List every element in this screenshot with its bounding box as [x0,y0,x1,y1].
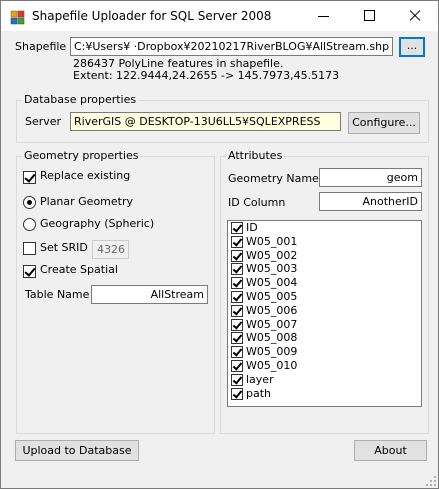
attribute-list-item[interactable]: W05_005 [228,290,421,304]
attribute-label: W05_003 [246,262,298,276]
shapefile-path-field[interactable]: C:¥Users¥ ·Dropbox¥20210217RiverBLOG¥All… [70,37,393,56]
attribute-checkbox[interactable] [231,290,243,303]
attribute-list-item[interactable]: W05_008 [228,331,421,345]
attribute-checkbox[interactable] [231,387,243,400]
attribute-label: layer [246,372,274,386]
resize-grip[interactable] [426,476,436,486]
attribute-label: path [246,386,272,400]
geometry-name-label: Geometry Name [228,172,319,185]
create-spatial-checkbox[interactable] [23,265,36,278]
app-icon [10,10,25,25]
attribute-label: W05_002 [246,248,298,262]
database-properties-title: Database properties [22,93,139,106]
attribute-label: W05_001 [246,234,298,248]
planar-geometry-radio[interactable] [23,196,36,209]
attribute-list-item[interactable]: W05_009 [228,345,421,359]
attribute-label: W05_005 [246,289,298,303]
geography-spheric-radio[interactable] [23,218,36,231]
id-column-field[interactable]: AnotherID [319,192,422,211]
minimize-button[interactable] [301,1,347,31]
maximize-button[interactable] [347,1,393,31]
server-field[interactable]: RiverGIS @ DESKTOP-13U6LL5¥SQLEXPRESS [70,112,341,131]
attributes-title: Attributes [226,149,285,162]
set-srid-checkbox[interactable] [23,242,36,255]
attribute-list-item[interactable]: W05_004 [228,276,421,290]
upload-to-database-button[interactable]: Upload to Database [15,440,139,461]
attribute-list-item[interactable]: W05_007 [228,318,421,332]
attribute-label: W05_009 [246,345,298,359]
configure-button[interactable]: Configure... [348,112,420,134]
srid-field[interactable]: 4326 [92,240,129,259]
attribute-checkbox[interactable] [231,277,243,290]
attribute-checkbox[interactable] [231,318,243,331]
app-window: Shapefile Uploader for SQL Server 2008 S… [0,0,439,489]
id-column-label: ID Column [228,196,286,209]
create-spatial-label: Create Spatial [40,263,118,276]
attribute-checkbox[interactable] [231,249,243,262]
attribute-checkbox[interactable] [231,222,243,234]
attribute-checkbox[interactable] [231,373,243,386]
attribute-list-item[interactable]: layer [228,373,421,387]
close-button[interactable] [392,1,438,31]
geometry-name-field[interactable]: geom [319,168,422,187]
about-button[interactable]: About [354,440,427,461]
attribute-checkbox[interactable] [231,235,243,248]
attribute-checkbox[interactable] [231,359,243,372]
browse-button[interactable]: ... [399,37,425,57]
attribute-label: ID [246,221,258,234]
attribute-list-item[interactable]: W05_006 [228,304,421,318]
attribute-checkbox[interactable] [231,346,243,359]
title-bar[interactable]: Shapefile Uploader for SQL Server 2008 [1,1,438,31]
server-label: Server [25,115,62,128]
attribute-checkbox[interactable] [231,263,243,276]
geography-spheric-label: Geography (Spheric) [40,217,155,230]
attributes-checklist[interactable]: ID W05_001 W05_002 W05_003 W05_004 W05_005 W05… [227,220,422,407]
attribute-list-item[interactable]: path [228,387,421,401]
replace-existing-checkbox[interactable] [23,171,36,184]
attribute-label: W05_006 [246,303,298,317]
attribute-label: W05_007 [246,317,298,331]
attribute-checkbox[interactable] [231,332,243,345]
table-name-field[interactable]: AllStream [91,285,208,304]
attribute-list-item[interactable]: W05_010 [228,359,421,373]
shapefile-label: Shapefile [15,40,67,53]
planar-geometry-label: Planar Geometry [40,195,134,208]
attribute-checkbox[interactable] [231,304,243,317]
table-name-label: Table Name [25,288,90,301]
attribute-list-item[interactable]: W05_003 [228,262,421,276]
set-srid-label: Set SRID [40,241,88,254]
attribute-label: W05_008 [246,331,298,345]
attribute-list-item[interactable]: W05_002 [228,249,421,263]
window-title: Shapefile Uploader for SQL Server 2008 [32,9,272,23]
attribute-list-item[interactable]: ID [228,221,421,235]
attribute-label: W05_004 [246,276,298,290]
replace-existing-label: Replace existing [40,169,131,182]
extent-text: Extent: 122.9444,24.2655 -> 145.7973,45.… [73,69,340,82]
attribute-list-item[interactable]: W05_001 [228,235,421,249]
attribute-label: W05_010 [246,358,298,372]
geometry-properties-title: Geometry properties [22,149,141,162]
